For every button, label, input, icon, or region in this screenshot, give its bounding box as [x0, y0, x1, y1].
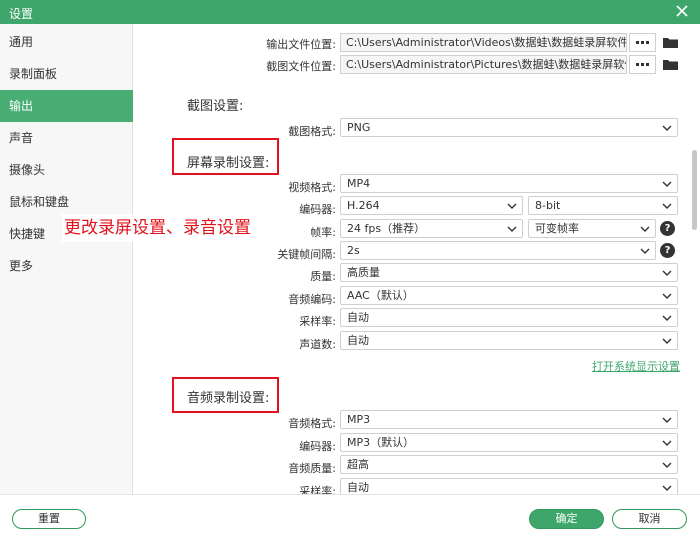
audio-format-value: MP3 [347, 413, 371, 426]
chevron-down-icon [662, 485, 672, 491]
channels-label: 声道数: [299, 338, 336, 351]
output-location-field[interactable]: C:\Users\Administrator\Videos\数据蛙\数据蛙录屏软… [340, 33, 627, 52]
audio-encoder-value: MP3（默认） [347, 436, 415, 449]
screenshot-format-select[interactable]: PNG [340, 118, 678, 137]
open-display-settings-link[interactable]: 打开系统显示设置 [592, 358, 680, 374]
chevron-down-icon [662, 293, 672, 299]
keyframe-interval-label: 关键帧间隔: [277, 248, 336, 261]
more-dots-icon [636, 63, 639, 66]
frame-rate-mode-select[interactable]: 可变帧率 [528, 219, 656, 238]
audio-sample-rate-value: 自动 [347, 481, 369, 494]
audio-encoder-label: 编码器: [299, 440, 336, 453]
chevron-down-icon [662, 203, 672, 209]
frame-rate-select[interactable]: 24 fps（推荐） [340, 219, 523, 238]
audio-recording-heading: 音频录制设置: [187, 391, 270, 406]
video-format-select[interactable]: MP4 [340, 174, 678, 193]
audio-format-select[interactable]: MP3 [340, 410, 678, 429]
chevron-down-icon [662, 417, 672, 423]
keyframe-interval-select[interactable]: 2s [340, 241, 656, 260]
sidebar-item-sound[interactable]: 声音 [0, 122, 133, 154]
keyframe-interval-value: 2s [347, 244, 360, 257]
scrollbar[interactable] [692, 150, 697, 230]
screenshot-settings-heading: 截图设置: [187, 99, 244, 114]
folder-icon[interactable] [661, 33, 680, 52]
sidebar-item-general[interactable]: 通用 [0, 26, 133, 58]
more-dots-icon [641, 63, 644, 66]
chevron-down-icon [640, 226, 650, 232]
audio-format-label: 音频格式: [288, 417, 336, 430]
window-title: 设置 [9, 7, 34, 21]
screenshot-browse-button[interactable] [629, 55, 656, 74]
screenshot-location-field[interactable]: C:\Users\Administrator\Pictures\数据蛙\数据蛙录… [340, 55, 627, 74]
more-dots-icon [641, 41, 644, 44]
audio-quality-value: 超高 [347, 458, 369, 471]
screenshot-format-label: 截图格式: [288, 125, 336, 138]
title-bar: 设置 [0, 0, 700, 24]
chevron-down-icon [662, 270, 672, 276]
bit-depth-select[interactable]: 8-bit [528, 196, 678, 215]
frame-rate-value: 24 fps（推荐） [347, 222, 426, 235]
quality-value: 高质量 [347, 266, 380, 279]
help-icon[interactable]: ? [660, 221, 675, 236]
cancel-button[interactable]: 取消 [612, 509, 687, 529]
video-format-label: 视频格式: [288, 181, 336, 194]
more-dots-icon [636, 41, 639, 44]
audio-encoder-select[interactable]: MP3（默认） [340, 433, 678, 452]
screenshot-location-label: 截图文件位置: [266, 60, 336, 73]
sample-rate-select[interactable]: 自动 [340, 308, 678, 327]
footer: 重置 确定 取消 [0, 494, 700, 534]
output-location-label: 输出文件位置: [266, 38, 336, 51]
chevron-down-icon [507, 226, 517, 232]
encoder-value: H.264 [347, 199, 380, 212]
sample-rate-label: 采样率: [299, 315, 336, 328]
channels-value: 自动 [347, 334, 369, 347]
screen-recording-heading: 屏幕录制设置: [187, 156, 270, 171]
audio-quality-label: 音频质量: [288, 462, 336, 475]
settings-content: 输出文件位置: C:\Users\Administrator\Videos\数据… [134, 24, 700, 494]
more-dots-icon [646, 63, 649, 66]
audio-sample-rate-select[interactable]: 自动 [340, 478, 678, 494]
audio-codec-label: 音频编码: [288, 293, 336, 306]
screenshot-format-value: PNG [347, 121, 371, 134]
sidebar-item-output[interactable]: 输出 [0, 90, 133, 122]
folder-icon[interactable] [661, 55, 680, 74]
sidebar-item-camera[interactable]: 摄像头 [0, 154, 133, 186]
chevron-down-icon [662, 125, 672, 131]
chevron-down-icon [662, 315, 672, 321]
chevron-down-icon [662, 440, 672, 446]
reset-button[interactable]: 重置 [12, 509, 86, 529]
sample-rate-value: 自动 [347, 311, 369, 324]
audio-codec-select[interactable]: AAC（默认） [340, 286, 678, 305]
chevron-down-icon [662, 338, 672, 344]
audio-codec-value: AAC（默认） [347, 289, 414, 302]
sidebar: 通用 录制面板 输出 声音 摄像头 鼠标和键盘 快捷键 更多 [0, 24, 133, 494]
annotation-text: 更改录屏设置、录音设置 [62, 214, 282, 242]
channels-select[interactable]: 自动 [340, 331, 678, 350]
sidebar-item-more[interactable]: 更多 [0, 250, 133, 282]
quality-label: 质量: [310, 270, 336, 283]
audio-sample-rate-label: 采样率: [299, 485, 336, 494]
more-dots-icon [646, 41, 649, 44]
close-icon[interactable] [674, 3, 690, 19]
frame-rate-mode-value: 可变帧率 [535, 222, 579, 235]
bit-depth-value: 8-bit [535, 199, 561, 212]
sidebar-item-recording-panel[interactable]: 录制面板 [0, 58, 133, 90]
output-browse-button[interactable] [629, 33, 656, 52]
chevron-down-icon [507, 203, 517, 209]
help-icon[interactable]: ? [660, 243, 675, 258]
encoder-select[interactable]: H.264 [340, 196, 523, 215]
video-format-value: MP4 [347, 177, 371, 190]
audio-quality-select[interactable]: 超高 [340, 455, 678, 474]
confirm-button[interactable]: 确定 [529, 509, 604, 529]
chevron-down-icon [662, 462, 672, 468]
chevron-down-icon [640, 248, 650, 254]
chevron-down-icon [662, 181, 672, 187]
quality-select[interactable]: 高质量 [340, 263, 678, 282]
